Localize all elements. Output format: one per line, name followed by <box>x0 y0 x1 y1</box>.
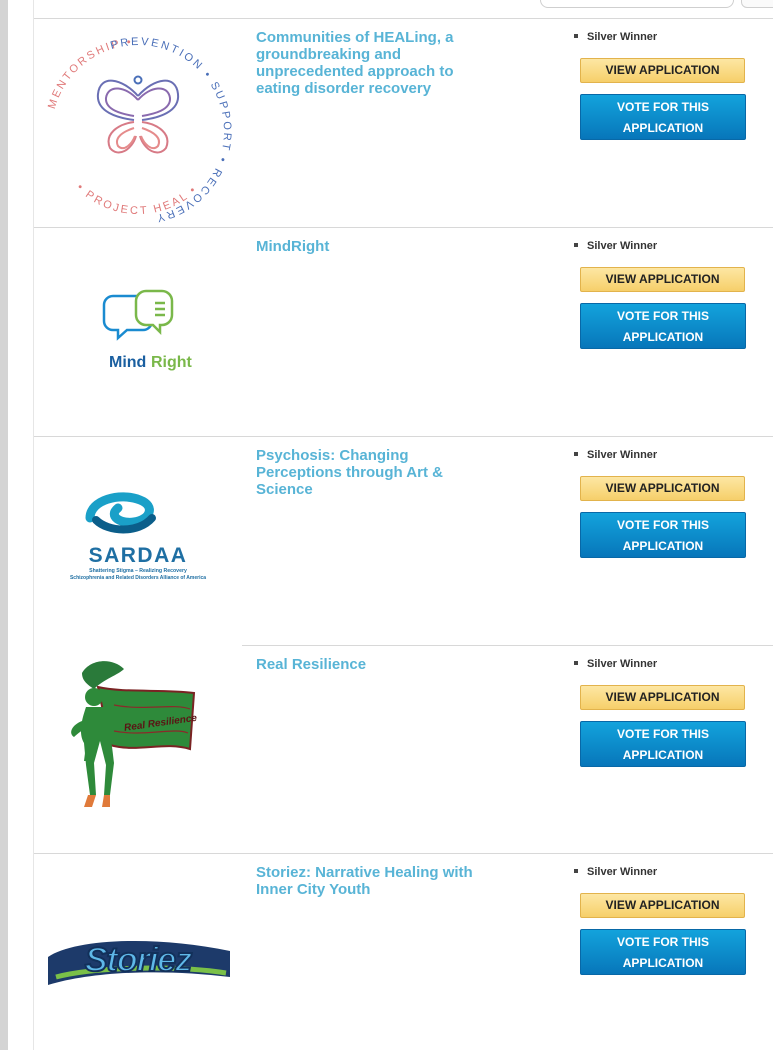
vote-application-button[interactable]: VOTE FOR THIS APPLICATION <box>580 721 746 767</box>
view-application-button[interactable]: VIEW APPLICATION <box>580 58 745 83</box>
bullet-icon <box>574 34 578 39</box>
status-label: Silver Winner <box>574 449 657 461</box>
bullet-icon <box>574 869 578 874</box>
application-title[interactable]: Real Resilience <box>256 656 486 673</box>
view-application-button[interactable]: VIEW APPLICATION <box>580 893 745 918</box>
status-text: Silver Winner <box>587 449 658 461</box>
vote-application-button[interactable]: VOTE FOR THIS APPLICATION <box>580 929 746 975</box>
application-title[interactable]: Communities of HEALing, a groundbreaking… <box>256 29 486 97</box>
mindright-word-mind: Mind <box>109 354 146 371</box>
application-title[interactable]: Storiez: Narrative Healing with Inner Ci… <box>256 864 486 898</box>
view-application-button[interactable]: VIEW APPLICATION <box>580 685 745 710</box>
vote-button-label: VOTE FOR THIS APPLICATION <box>616 518 709 553</box>
search-input[interactable] <box>540 0 734 8</box>
storiez-word: Storiez <box>85 941 192 979</box>
view-application-button[interactable]: VIEW APPLICATION <box>580 267 745 292</box>
entry-storiez: Storiez Storiez: Narrative Healing with … <box>34 853 773 1050</box>
entry-communities-of-healing: MENTORSHIP • PREVENTION • SUPPORT • RECO… <box>34 18 773 227</box>
search-button[interactable] <box>741 0 773 8</box>
row-divider <box>242 645 773 646</box>
project-heal-logo[interactable]: MENTORSHIP • PREVENTION • SUPPORT • RECO… <box>34 18 242 227</box>
status-text: Silver Winner <box>587 240 658 252</box>
sardaa-logo[interactable]: SARDAA Shattering Stigma – Realizing Rec… <box>34 436 242 645</box>
status-text: Silver Winner <box>587 866 658 878</box>
status-text: Silver Winner <box>587 658 658 670</box>
entry-mindright: Mind Right MindRight Silver Winner VIEW … <box>34 227 773 436</box>
bullet-icon <box>574 452 578 457</box>
sardaa-subtitle: Schizophrenia and Related Disorders Alli… <box>70 575 206 581</box>
vote-button-label: VOTE FOR THIS APPLICATION <box>616 100 709 135</box>
vote-button-label: VOTE FOR THIS APPLICATION <box>616 935 709 970</box>
sardaa-tagline: Shattering Stigma – Realizing Recovery <box>89 568 187 574</box>
entry-psychosis: SARDAA Shattering Stigma – Realizing Rec… <box>34 436 773 645</box>
vote-button-label: VOTE FOR THIS APPLICATION <box>616 309 709 344</box>
application-title[interactable]: MindRight <box>256 238 486 255</box>
vote-button-label: VOTE FOR THIS APPLICATION <box>616 727 709 762</box>
mindright-logo[interactable]: Mind Right <box>34 227 242 436</box>
status-label: Silver Winner <box>574 658 657 670</box>
vote-application-button[interactable]: VOTE FOR THIS APPLICATION <box>580 303 746 349</box>
bullet-icon <box>574 243 578 248</box>
application-title[interactable]: Psychosis: Changing Perceptions through … <box>256 447 486 498</box>
vote-application-button[interactable]: VOTE FOR THIS APPLICATION <box>580 512 746 558</box>
view-application-button[interactable]: VIEW APPLICATION <box>580 476 745 501</box>
real-resilience-logo[interactable]: Real Resilience <box>34 645 242 854</box>
bullet-icon <box>574 661 578 666</box>
vote-application-button[interactable]: VOTE FOR THIS APPLICATION <box>580 94 746 140</box>
entry-real-resilience: Real Resilience Real Resilience Silver W… <box>34 645 773 854</box>
mindright-word-right: Right <box>151 354 193 371</box>
status-label: Silver Winner <box>574 31 657 43</box>
status-label: Silver Winner <box>574 240 657 252</box>
storiez-logo[interactable]: Storiez <box>34 853 242 1062</box>
status-text: Silver Winner <box>587 31 658 43</box>
sardaa-word: SARDAA <box>89 544 188 567</box>
status-label: Silver Winner <box>574 866 657 878</box>
left-border <box>0 0 8 1050</box>
